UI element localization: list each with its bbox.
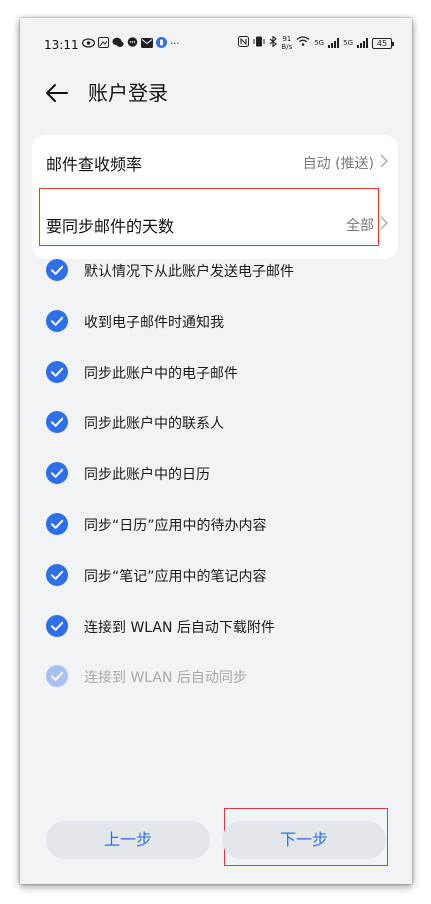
chevron-right-icon: [380, 154, 389, 168]
option-row[interactable]: 同步“日历”应用中的待办内容: [46, 507, 386, 543]
bluetooth-icon: [269, 34, 278, 51]
status-bar: 13:11 ··· 91 B/s 5G 5G 45: [20, 18, 412, 68]
option-row[interactable]: 同步此账户中的日历: [46, 456, 386, 492]
page-title: 账户登录: [88, 81, 168, 105]
checkbox-checked-icon[interactable]: [46, 462, 68, 485]
checkbox-checked-icon[interactable]: [46, 513, 68, 535]
setting-label: 邮件查收频率: [46, 155, 143, 174]
option-label: 同步此账户中的日历: [84, 467, 210, 484]
option-row[interactable]: 同步此账户中的联系人: [46, 405, 386, 441]
option-label: 同步“日历”应用中的待办内容: [84, 518, 267, 534]
setting-value: 自动 (推送): [302, 156, 374, 172]
option-label: 同步“笔记”应用中的笔记内容: [84, 568, 267, 585]
option-label: 连接到 WLAN 后自动同步: [84, 670, 247, 687]
network-type-2: 5G: [343, 39, 353, 47]
checkbox-checked-icon[interactable]: [46, 614, 68, 637]
option-row[interactable]: 同步此账户中的电子邮件: [46, 355, 386, 391]
battery-icon: 45: [372, 37, 394, 49]
option-label: 默认情况下从此账户发送电子邮件: [84, 264, 294, 280]
checkbox-checked-icon[interactable]: [46, 411, 68, 434]
chevron-right-icon: [380, 216, 389, 230]
nfc-icon: [238, 35, 250, 51]
vibrate-icon: [253, 36, 265, 51]
notification-icons: ···: [81, 37, 180, 52]
image-icon: [98, 37, 109, 52]
phone-screen: 13:11 ··· 91 B/s 5G 5G 45 账户登录 邮件查收频率 自动…: [20, 18, 412, 884]
setting-row-check-frequency[interactable]: 邮件查收频率 自动 (推送): [32, 135, 398, 191]
network-speed: 91 B/s: [281, 35, 292, 51]
option-row: 连接到 WLAN 后自动同步: [46, 659, 386, 695]
previous-step-button[interactable]: 上一步: [46, 821, 210, 859]
network-type-1: 5G: [314, 39, 325, 47]
checkbox-checked-icon[interactable]: [46, 360, 68, 383]
setting-value: 全部: [346, 218, 374, 234]
option-row[interactable]: 连接到 WLAN 后自动下载附件: [46, 609, 386, 645]
back-button[interactable]: [42, 78, 72, 108]
option-row[interactable]: 默认情况下从此账户发送电子邮件: [46, 253, 386, 289]
wifi-icon: [296, 36, 310, 50]
signal-icon-2: [357, 38, 368, 48]
setting-row-sync-days[interactable]: 要同步邮件的天数 全部: [32, 197, 398, 253]
signal-icon: [328, 38, 340, 48]
option-label: 连接到 WLAN 后自动下载附件: [84, 619, 275, 636]
wechat-icon: [112, 37, 124, 52]
more-icon: ···: [170, 38, 180, 50]
checkbox-checked-icon[interactable]: [46, 309, 68, 332]
option-label: 收到电子邮件时通知我: [84, 314, 224, 331]
app-icon: [156, 37, 167, 52]
checkbox-checked-icon[interactable]: [46, 563, 68, 586]
option-label: 同步此账户中的联系人: [84, 416, 224, 433]
mail-icon: [141, 37, 153, 52]
chat-icon: [127, 37, 138, 52]
status-time: 13:11: [44, 38, 79, 52]
setting-label: 要同步邮件的天数: [46, 217, 175, 236]
network-speed-unit: B/s: [281, 43, 293, 51]
checkbox-checked-icon[interactable]: [46, 259, 68, 281]
next-step-button[interactable]: 下一步: [222, 821, 386, 859]
back-arrow-icon: [46, 84, 68, 102]
sync-settings-card: 邮件查收频率 自动 (推送) 要同步邮件的天数 全部: [32, 135, 398, 259]
option-row[interactable]: 同步“笔记”应用中的笔记内容: [46, 558, 386, 594]
option-label: 同步此账户中的电子邮件: [84, 365, 238, 382]
option-row[interactable]: 收到电子邮件时通知我: [46, 304, 386, 340]
eye-icon: [81, 37, 96, 52]
system-indicators: 91 B/s 5G 5G 45: [238, 34, 394, 51]
network-speed-value: 91: [282, 35, 292, 43]
checkbox-checked-icon: [46, 665, 68, 688]
